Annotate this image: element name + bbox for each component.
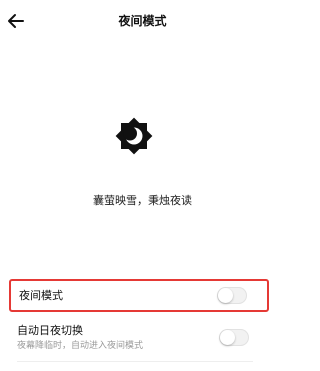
night-mode-label: 夜间模式 xyxy=(19,289,63,302)
auto-switch-row[interactable]: 自动日夜切换 夜幕降临时，自动进入夜间模式 xyxy=(9,319,269,359)
toggle-knob xyxy=(220,330,235,345)
toggle-knob xyxy=(218,288,233,303)
night-mode-toggle[interactable] xyxy=(217,287,247,304)
moon-sun-icon xyxy=(110,112,158,160)
divider xyxy=(17,361,253,362)
auto-switch-label: 自动日夜切换 xyxy=(17,324,83,337)
top-bar: 夜间模式 xyxy=(0,0,285,44)
page-title: 夜间模式 xyxy=(118,14,167,28)
auto-switch-description: 夜幕降临时，自动进入夜间模式 xyxy=(17,341,144,351)
night-mode-row[interactable]: 夜间模式 xyxy=(9,279,269,312)
slogan-text: 囊萤映雪，秉烛夜读 xyxy=(93,194,192,207)
auto-switch-toggle[interactable] xyxy=(219,329,249,346)
